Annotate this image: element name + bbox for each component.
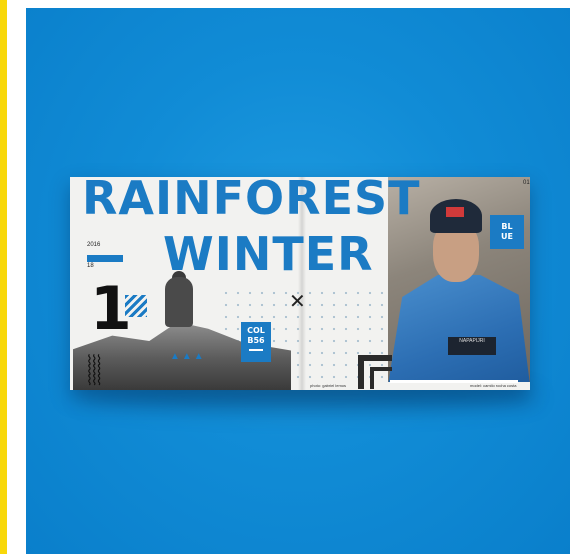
chest-patch: NAPAPIJRI [448,337,496,355]
color-tag: BL UE [490,215,524,249]
yellow-edge-bar [0,0,7,554]
cross-icon: ✕ [289,289,306,313]
collection-tag-line2: B56 [247,336,265,345]
issue-label: 18 [87,263,94,269]
stripe-pattern-icon [125,295,147,317]
beanie-badge-icon [446,207,464,217]
magazine-spread: NAPAPIJRI RAINFOREST WINTER 2016 18 1 ⌇⌇… [70,177,530,390]
year-label: 2016 [87,242,101,248]
folio-left: photo: gabriel lemos [310,383,347,388]
frame-bracket-inner-icon [370,367,392,389]
blue-dash-rule [87,255,123,262]
blue-jacket [388,275,530,382]
triangle-icons: ▲▲▲ [170,351,206,362]
collection-tag: COL B56 [241,322,271,362]
hiker-figure [165,277,193,327]
collection-tag-rule [249,349,263,351]
folio-right: model: camilo rocha costa [470,383,517,388]
color-tag-line2: UE [501,232,513,241]
headline-rainforest: RAINFOREST [82,177,421,225]
zigzag-icon: ⌇⌇⌇ ⌇⌇⌇ ⌇⌇⌇ [86,352,102,388]
headline-winter: WINTER [163,227,374,281]
page-number: 01 [523,180,530,186]
collection-tag-line1: COL [247,326,265,335]
photo-stage: NAPAPIJRI RAINFOREST WINTER 2016 18 1 ⌇⌇… [0,0,570,554]
color-tag-line1: BL [501,222,513,231]
